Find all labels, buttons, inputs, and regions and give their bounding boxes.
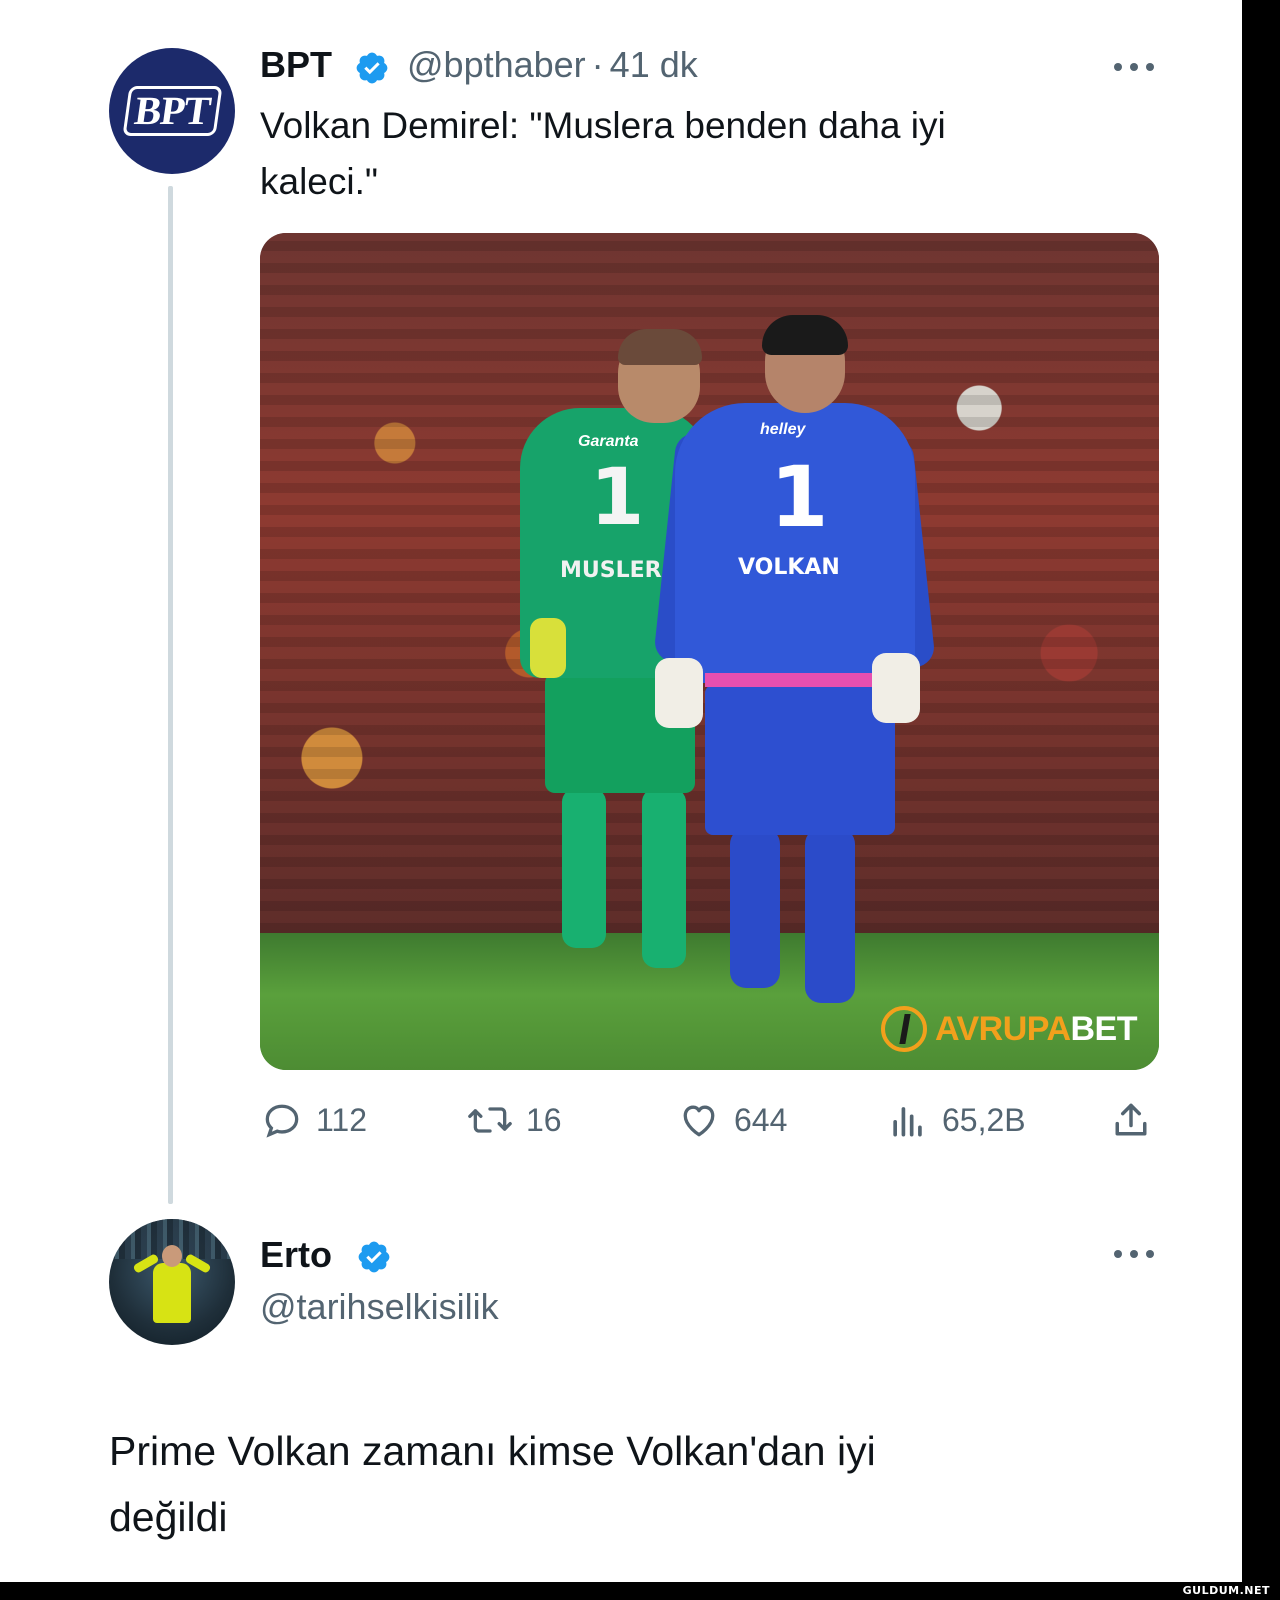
green-jersey-sponsor: Garanta bbox=[578, 433, 639, 450]
views-icon bbox=[893, 1107, 922, 1137]
blue-keeper-leg bbox=[730, 828, 780, 988]
thread-connector-line bbox=[168, 186, 173, 1204]
avrupabet-watermark: AVRUPABET bbox=[880, 1006, 1138, 1052]
tweet1-separator: · bbox=[591, 44, 604, 85]
blue-jersey-number: 1 bbox=[770, 448, 829, 546]
brand-part1: AVRUPA bbox=[934, 1009, 1071, 1048]
tweet1-handle[interactable]: @bpthaber · 41 dk bbox=[407, 44, 698, 86]
tweet1-text: Volkan Demirel: "Muslera benden daha iyi… bbox=[260, 98, 946, 210]
blue-keeper-glove bbox=[655, 658, 703, 728]
like-count: 644 bbox=[734, 1101, 788, 1138]
like-icon bbox=[683, 1105, 715, 1137]
green-keeper-leg bbox=[642, 788, 686, 968]
brand-part2: BET bbox=[1070, 1009, 1138, 1048]
tweet-thread-card: BPT BPT @bpthaber · 41 dk Volkan Demirel: … bbox=[0, 0, 1242, 1582]
blue-jersey-sponsor: helley bbox=[760, 421, 806, 438]
blue-keeper-shorts bbox=[705, 685, 895, 835]
tweet2-more-icon[interactable] bbox=[1114, 1248, 1154, 1260]
verified-badge-icon bbox=[356, 52, 388, 84]
avatar-figure bbox=[153, 1263, 191, 1323]
tweet2-handle[interactable]: @tarihselkisilik bbox=[260, 1286, 499, 1328]
retweet-icon bbox=[468, 1107, 512, 1133]
tweet1-text-line2: kaleci." bbox=[260, 161, 379, 202]
tweet1-time[interactable]: 41 dk bbox=[610, 44, 698, 85]
bottom-bar bbox=[0, 1582, 1280, 1600]
tweet1-more-icon[interactable] bbox=[1114, 61, 1154, 73]
avatar-figure-head bbox=[162, 1245, 182, 1267]
blue-jersey-name: VOLKAN bbox=[738, 555, 840, 580]
reply-count: 112 bbox=[316, 1101, 368, 1138]
tweet1-photo[interactable]: Garanta 1 MUSLERA helley 1 VOLKAN AVRUPA… bbox=[260, 233, 1159, 1070]
tweet2-author-name[interactable]: Erto bbox=[260, 1234, 332, 1276]
green-keeper-glove bbox=[530, 618, 566, 678]
views-button[interactable]: 65,2B bbox=[886, 1098, 1026, 1142]
like-button[interactable]: 644 bbox=[676, 1098, 787, 1142]
views-count: 65,2B bbox=[942, 1101, 1026, 1138]
tweet1-author-name[interactable]: BPT bbox=[260, 44, 332, 86]
tweet2-text-line1: Prime Volkan zamanı kimse Volkan'dan iyi bbox=[109, 1428, 876, 1474]
reply-button[interactable]: 112 bbox=[260, 1098, 367, 1142]
bpt-avatar[interactable]: BPT bbox=[109, 48, 235, 174]
share-icon bbox=[1115, 1103, 1147, 1136]
tweet2-text: Prime Volkan zamanı kimse Volkan'dan iyi… bbox=[109, 1418, 1189, 1550]
share-button[interactable] bbox=[1108, 1098, 1154, 1142]
retweet-button[interactable]: 16 bbox=[466, 1098, 562, 1142]
bpt-logo: BPT bbox=[122, 86, 222, 136]
tweet1-handle-text: @bpthaber bbox=[407, 44, 586, 85]
blue-keeper-waistband bbox=[705, 673, 895, 687]
site-watermark: GULDUM.NET bbox=[1182, 1584, 1270, 1597]
green-jersey-number: 1 bbox=[590, 453, 645, 543]
avrupabet-wordmark: AVRUPABET bbox=[934, 1009, 1138, 1049]
green-keeper-leg bbox=[562, 788, 606, 948]
erto-avatar[interactable] bbox=[109, 1219, 235, 1345]
verified-badge-icon bbox=[358, 1241, 390, 1273]
blue-keeper-leg bbox=[805, 828, 855, 1003]
green-keeper-hair bbox=[618, 329, 702, 365]
blue-keeper-glove bbox=[872, 653, 920, 723]
tweet2-text-line2: değildi bbox=[109, 1494, 228, 1540]
tweet1-action-bar: 112 16 644 65,2B bbox=[258, 1092, 1163, 1148]
screenshot-frame: BPT BPT @bpthaber · 41 dk Volkan Demirel: … bbox=[0, 0, 1280, 1600]
avrupabet-logo-icon bbox=[880, 1006, 927, 1052]
blue-keeper-hair bbox=[762, 315, 848, 355]
tweet1-text-line1: Volkan Demirel: "Muslera benden daha iyi bbox=[260, 105, 946, 146]
reply-icon bbox=[265, 1104, 299, 1138]
retweet-count: 16 bbox=[526, 1101, 562, 1138]
